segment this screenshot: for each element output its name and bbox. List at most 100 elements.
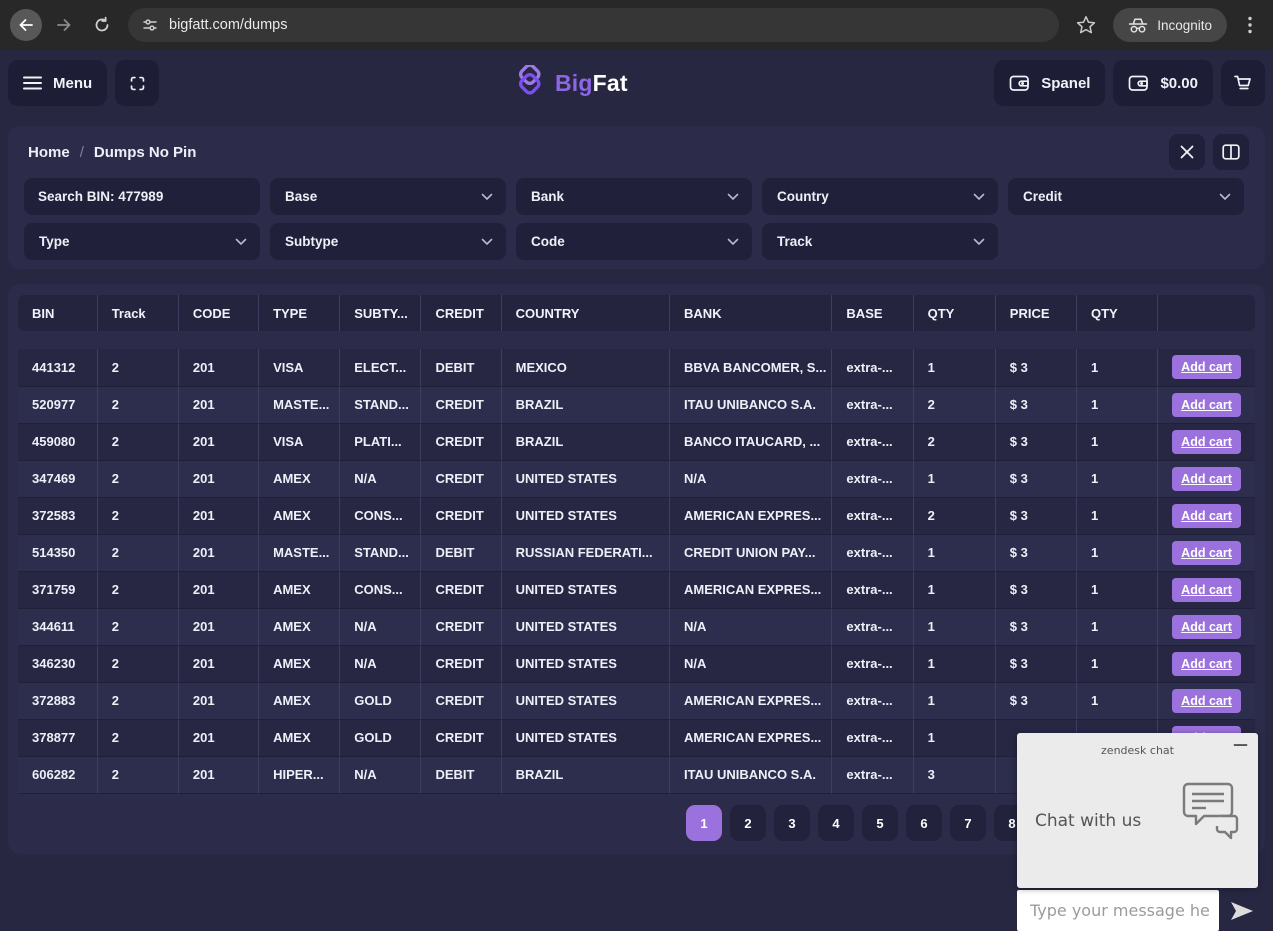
cart-icon — [1233, 73, 1253, 93]
filter-row-1: Base Bank Country Credit — [24, 178, 1244, 215]
spanel-button[interactable]: Spanel — [994, 60, 1105, 106]
filter-dropdown[interactable]: Base — [270, 178, 506, 215]
cell-price: $ 3 — [995, 386, 1076, 423]
filter-dropdown[interactable]: Bank — [516, 178, 752, 215]
cell-qty: 1 — [913, 645, 995, 682]
cell-type: AMEX — [259, 719, 340, 756]
page-button[interactable]: 6 — [906, 805, 942, 841]
cell-code: 201 — [178, 497, 258, 534]
cell-bank: CREDIT UNION PAY... — [670, 534, 832, 571]
cell-country: UNITED STATES — [501, 571, 669, 608]
cell-qty2: 1 — [1076, 423, 1157, 460]
cell-qty2: 1 — [1076, 645, 1157, 682]
table-row: 347469 2 201 AMEX N/A CREDIT UNITED STAT… — [18, 460, 1255, 497]
browser-back-button[interactable] — [10, 9, 42, 41]
cell-credit: DEBIT — [421, 349, 501, 386]
add-cart-button[interactable]: Add cart — [1172, 393, 1241, 417]
chat-message-input[interactable] — [1017, 890, 1219, 931]
filter-dropdown[interactable]: Track — [762, 223, 998, 260]
cell-bin: 371759 — [18, 571, 97, 608]
add-cart-button[interactable]: Add cart — [1172, 467, 1241, 491]
page-button[interactable]: 5 — [862, 805, 898, 841]
cell-credit: CREDIT — [421, 645, 501, 682]
close-filters-button[interactable] — [1169, 134, 1205, 170]
column-header: BASE — [832, 295, 913, 331]
breadcrumb-home-link[interactable]: Home — [28, 144, 70, 161]
cell-qty: 1 — [913, 349, 995, 386]
page-button[interactable]: 7 — [950, 805, 986, 841]
cell-type: VISA — [259, 423, 340, 460]
page-button[interactable]: 1 — [686, 805, 722, 841]
cell-base: extra-... — [832, 682, 913, 719]
column-header: BANK — [670, 295, 832, 331]
column-header: PRICE — [995, 295, 1076, 331]
filter-dropdown-label: Type — [39, 234, 70, 249]
cell-credit: DEBIT — [421, 756, 501, 793]
add-cart-button[interactable]: Add cart — [1172, 541, 1241, 565]
cell-qty2: 1 — [1076, 349, 1157, 386]
add-cart-button[interactable]: Add cart — [1172, 652, 1241, 676]
cell-type: AMEX — [259, 497, 340, 534]
filter-dropdown[interactable]: Code — [516, 223, 752, 260]
cell-qty: 2 — [913, 386, 995, 423]
filter-dropdown[interactable]: Credit — [1008, 178, 1244, 215]
cell-bank: N/A — [670, 460, 832, 497]
menu-button[interactable]: Menu — [8, 60, 107, 106]
add-cart-button[interactable]: Add cart — [1172, 430, 1241, 454]
chat-message: Chat with us — [1035, 811, 1141, 831]
fullscreen-button[interactable] — [115, 60, 159, 106]
cell-track: 2 — [97, 608, 178, 645]
cell-subtype: N/A — [340, 756, 421, 793]
page-button[interactable]: 3 — [774, 805, 810, 841]
cell-qty: 1 — [913, 682, 995, 719]
page-button[interactable]: 2 — [730, 805, 766, 841]
cell-qty: 1 — [913, 460, 995, 497]
cell-country: BRAZIL — [501, 756, 669, 793]
cell-country: RUSSIAN FEDERATI... — [501, 534, 669, 571]
add-cart-button[interactable]: Add cart — [1172, 615, 1241, 639]
add-cart-button[interactable]: Add cart — [1172, 355, 1241, 379]
cell-track: 2 — [97, 645, 178, 682]
incognito-badge[interactable]: Incognito — [1113, 8, 1227, 42]
browser-reload-button[interactable] — [86, 9, 118, 41]
filter-dropdown[interactable]: Type — [24, 223, 260, 260]
table-row: 441312 2 201 VISA ELECT... DEBIT MEXICO … — [18, 349, 1255, 386]
cell-code: 201 — [178, 349, 258, 386]
table-row: 514350 2 201 MASTE... STAND... DEBIT RUS… — [18, 534, 1255, 571]
cell-qty: 1 — [913, 719, 995, 756]
browser-forward-button[interactable] — [48, 9, 80, 41]
cell-credit: CREDIT — [421, 719, 501, 756]
site-logo[interactable]: BigFat — [512, 65, 628, 101]
add-cart-button[interactable]: Add cart — [1172, 504, 1241, 528]
browser-menu-button[interactable] — [1237, 10, 1263, 40]
add-cart-button[interactable]: Add cart — [1172, 689, 1241, 713]
chat-brand-label: zendesk chat — [1017, 733, 1258, 757]
cell-action: Add cart — [1158, 571, 1255, 608]
cell-credit: CREDIT — [421, 386, 501, 423]
cell-price: $ 3 — [995, 349, 1076, 386]
cell-code: 201 — [178, 386, 258, 423]
cell-price: $ 3 — [995, 682, 1076, 719]
bookmark-star-button[interactable] — [1071, 10, 1101, 40]
filter-dropdown[interactable]: Subtype — [270, 223, 506, 260]
chat-send-button[interactable] — [1230, 901, 1254, 921]
cell-bank: AMERICAN EXPRES... — [670, 571, 832, 608]
breadcrumb-separator: / — [80, 144, 84, 161]
cart-button[interactable] — [1221, 60, 1265, 106]
columns-toggle-button[interactable] — [1213, 134, 1249, 170]
filter-dropdown-label: Base — [285, 189, 317, 204]
cell-base: extra-... — [832, 608, 913, 645]
add-cart-button[interactable]: Add cart — [1172, 578, 1241, 602]
balance-button[interactable]: $0.00 — [1113, 60, 1213, 106]
page-button[interactable]: 4 — [818, 805, 854, 841]
filter-dropdown[interactable]: Country — [762, 178, 998, 215]
cell-code: 201 — [178, 608, 258, 645]
chat-bubbles-icon — [1180, 780, 1244, 844]
cell-qty2: 1 — [1076, 386, 1157, 423]
chat-minimize-button[interactable]: — — [1233, 735, 1248, 753]
cell-type: AMEX — [259, 682, 340, 719]
address-bar[interactable]: bigfatt.com/dumps — [128, 8, 1059, 42]
search-bin-input[interactable] — [24, 178, 260, 215]
cell-base: extra-... — [832, 349, 913, 386]
panel-actions — [1169, 134, 1249, 170]
